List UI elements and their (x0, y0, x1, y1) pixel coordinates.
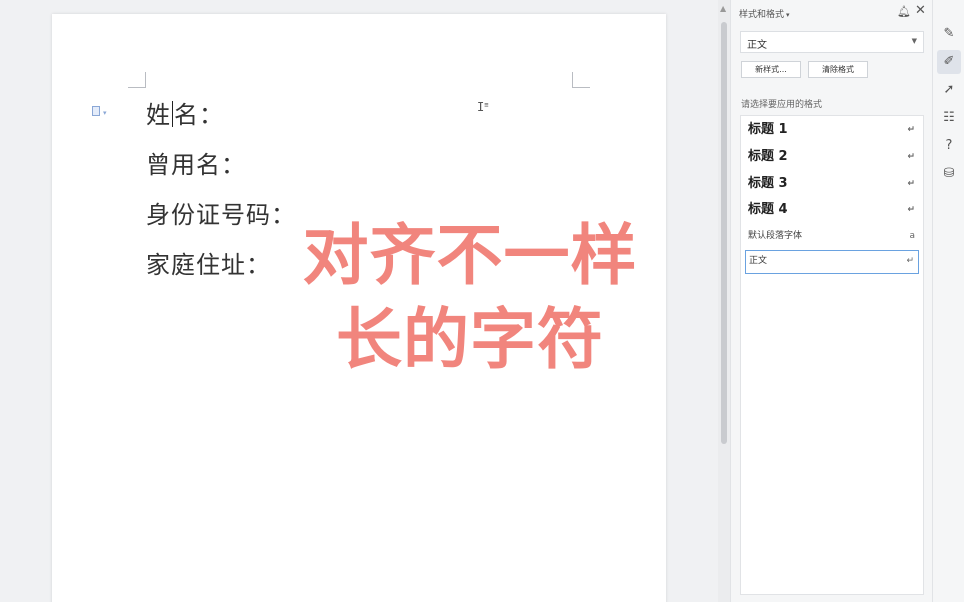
style-item-body-text[interactable]: 正文 ↵ (745, 250, 919, 274)
style-list: 标题 1 ↵ 标题 2 ↵ 标题 3 ↵ 标题 4 ↵ 默认段落字体 a 正文 ↵ (740, 115, 924, 595)
paragraph-layout-icon[interactable]: ▾ (92, 106, 107, 118)
style-item-heading-3[interactable]: 标题 3 ↵ (745, 172, 919, 196)
margin-corner-top-right (572, 72, 590, 88)
current-style-dropdown[interactable]: 正文 ▼ (740, 31, 924, 53)
paragraph-return-icon: ↵ (907, 125, 915, 135)
styles-panel-title[interactable]: 样式和格式 ▾ (739, 7, 790, 20)
doc-line-name[interactable]: 姓名： (146, 96, 296, 146)
style-item-default-font[interactable]: 默认段落字体 a (745, 224, 919, 248)
close-icon[interactable]: ✕ (915, 3, 926, 18)
pin-icon[interactable]: 🔔︎ (897, 5, 911, 18)
chevron-down-icon: ▼ (911, 37, 917, 45)
sliders-icon[interactable]: ☷ (937, 106, 961, 130)
style-item-heading-4[interactable]: 标题 4 ↵ (745, 198, 919, 222)
new-style-button[interactable]: 新样式... (741, 61, 801, 78)
scrollbar-thumb[interactable] (721, 22, 727, 444)
style-list-label: 请选择要应用的格式 (741, 100, 823, 110)
caption-line-2: 长的字符 (336, 301, 604, 378)
chevron-down-icon: ▾ (786, 11, 790, 19)
paragraph-return-icon: ↵ (906, 256, 914, 266)
style-item-heading-1[interactable]: 标题 1 ↵ (745, 118, 919, 142)
clear-format-button[interactable]: 清除格式 (808, 61, 868, 78)
character-style-mark: a (909, 231, 915, 241)
style-brush-icon[interactable]: ✎ (937, 22, 961, 46)
ibeam-cursor-icon: I≡ (477, 100, 489, 114)
scroll-up-icon[interactable]: ▲ (720, 4, 726, 13)
right-side-toolbar: ✎ ✐ ➚ ☷ ? ⛁ (932, 0, 964, 602)
paragraph-return-icon: ↵ (907, 152, 915, 162)
pen-icon[interactable]: ✐ (937, 50, 961, 74)
help-circle-icon[interactable]: ? (937, 134, 961, 158)
document-canvas: ▾ 姓名： 曾用名： 身份证号码： 家庭住址： I≡ 对齐不一样 长的字符 (0, 0, 718, 602)
backup-icon[interactable]: ⛁ (937, 162, 961, 186)
styles-panel: 样式和格式 ▾ 🔔︎ ✕ 正文 ▼ 新样式... 清除格式 请选择要应用的格式 标… (730, 0, 932, 602)
doc-line-former-name[interactable]: 曾用名： (146, 146, 296, 196)
paragraph-return-icon: ↵ (907, 179, 915, 189)
margin-corner-top-left (128, 72, 146, 88)
text-caret (172, 101, 173, 127)
video-caption-overlay: 对齐不一样 长的字符 (220, 214, 720, 382)
cursor-select-icon[interactable]: ➚ (937, 78, 961, 102)
style-item-heading-2[interactable]: 标题 2 ↵ (745, 145, 919, 169)
paragraph-return-icon: ↵ (907, 205, 915, 215)
caption-line-1: 对齐不一样 (302, 217, 638, 294)
document-vertical-scrollbar[interactable]: ▲ (718, 0, 730, 602)
